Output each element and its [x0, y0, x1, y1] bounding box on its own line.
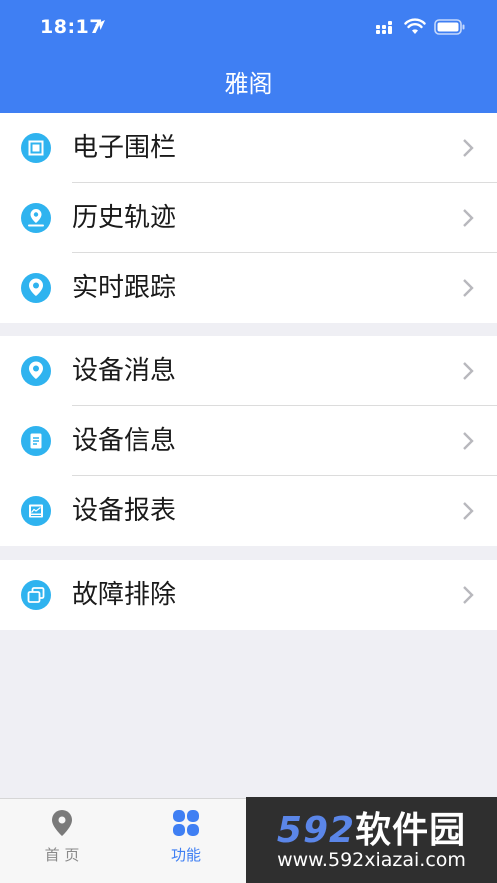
chevron-right-icon: [463, 432, 474, 450]
location-arrow-icon: [95, 20, 105, 30]
battery-icon: [434, 19, 465, 35]
menu-item-troubleshooting[interactable]: 故障排除: [0, 560, 497, 630]
tab-functions[interactable]: 功能: [124, 799, 248, 883]
menu-item-label: 历史轨迹: [72, 203, 177, 233]
menu-item-device-info[interactable]: 设备信息: [0, 406, 497, 476]
tab-home[interactable]: 首 页: [0, 799, 124, 883]
menu-item-label: 故障排除: [72, 580, 177, 610]
troubleshoot-icon: [21, 580, 51, 610]
watermark-brand-name: 软件园: [355, 810, 467, 851]
navigation-header: 18:17 雅阁: [0, 0, 497, 113]
menu-item-realtime-tracking[interactable]: 实时跟踪: [0, 253, 497, 323]
cellular-signal-icon: [376, 21, 392, 34]
menu-item-label: 设备消息: [72, 356, 177, 386]
menu-item-device-report[interactable]: 设备报表: [0, 476, 497, 546]
watermark-brand-number: 592: [276, 810, 356, 851]
menu-group-3: 故障排除: [0, 560, 497, 630]
report-icon: [21, 496, 51, 526]
fence-icon: [21, 133, 51, 163]
wifi-icon: [404, 18, 426, 34]
grid-icon: [173, 810, 199, 836]
chevron-right-icon: [463, 279, 474, 297]
location-icon: [21, 356, 51, 386]
chevron-right-icon: [463, 586, 474, 604]
watermark-url: www.592xiazai.com: [277, 849, 466, 871]
tab-label: 功能: [170, 846, 201, 864]
chevron-right-icon: [463, 139, 474, 157]
menu-item-history-track[interactable]: 历史轨迹: [0, 183, 497, 253]
document-icon: [21, 426, 51, 456]
menu-group-1: 电子围栏 历史轨迹 实时跟踪: [0, 113, 497, 323]
tab-label: 首 页: [44, 846, 80, 864]
menu-item-label: 电子围栏: [72, 133, 177, 163]
chevron-right-icon: [463, 362, 474, 380]
location-pin-icon: [52, 810, 72, 836]
menu-item-device-messages[interactable]: 设备消息: [0, 336, 497, 406]
menu-group-2: 设备消息 设备信息 设备报表: [0, 336, 497, 546]
map-pin-icon: [21, 203, 51, 233]
chevron-right-icon: [463, 502, 474, 520]
page-title: 雅阁: [224, 70, 273, 98]
watermark-brand: 592软件园: [246, 801, 497, 853]
menu-item-label: 实时跟踪: [72, 273, 177, 303]
location-icon: [21, 273, 51, 303]
menu-item-fence[interactable]: 电子围栏: [0, 113, 497, 183]
watermark: 592软件园 www.592xiazai.com: [246, 797, 497, 883]
menu-item-label: 设备信息: [72, 426, 177, 456]
chevron-right-icon: [463, 209, 474, 227]
menu-item-label: 设备报表: [72, 496, 177, 526]
status-bar: 18:17: [0, 0, 497, 56]
